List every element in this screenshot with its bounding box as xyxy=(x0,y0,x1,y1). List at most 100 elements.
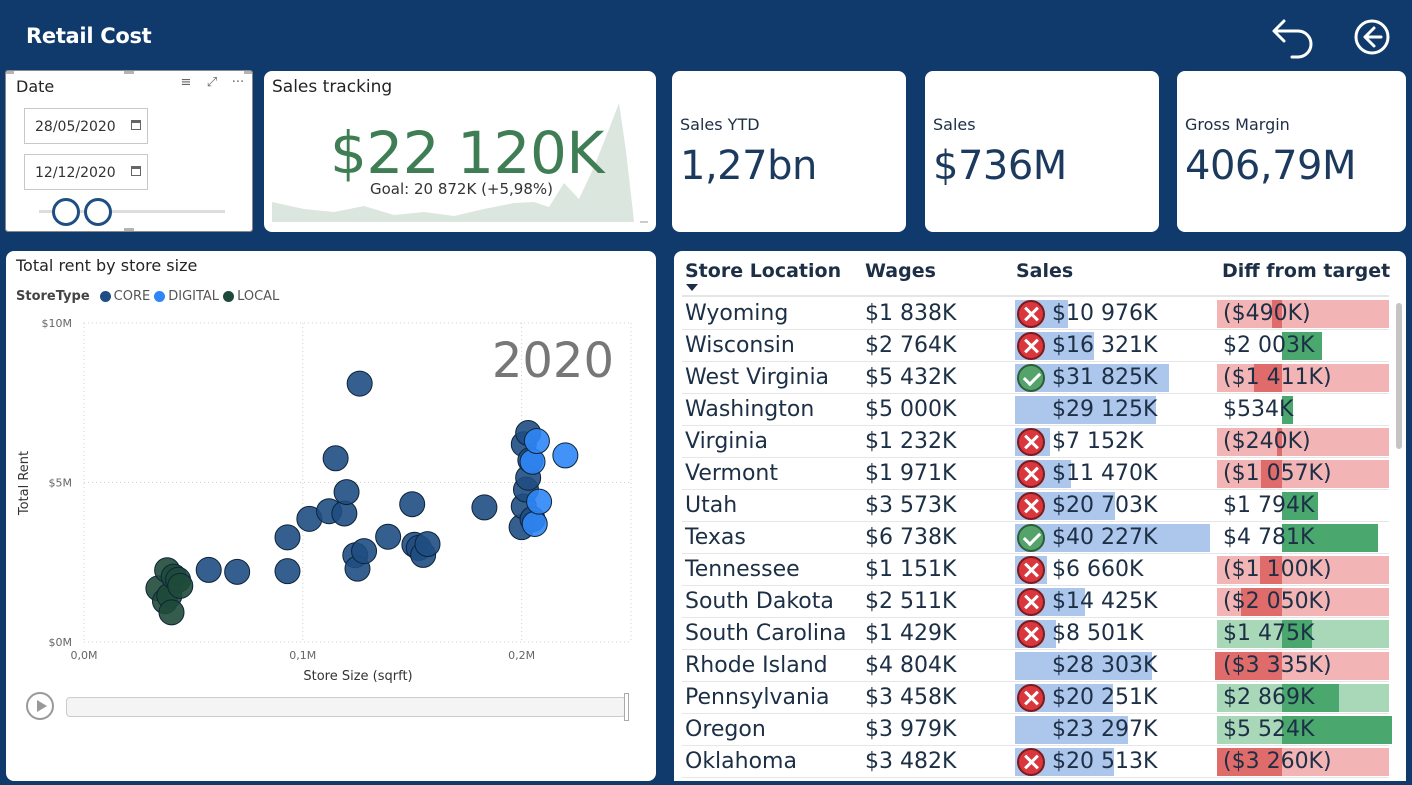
store-location-cell: Oklahoma xyxy=(685,749,797,774)
header-divider xyxy=(682,295,1389,297)
legend-item-core[interactable]: CORE xyxy=(114,289,151,304)
y-tick-label: $0M xyxy=(49,636,73,649)
store-location-cell: Vermont xyxy=(685,461,778,486)
table-row[interactable]: South Carolina $1 429K $8 501K $1 475K xyxy=(682,618,1389,650)
sales-cell: $31 825K xyxy=(1052,365,1158,390)
sales-cell: $23 297K xyxy=(1052,717,1158,742)
table-row[interactable]: Virginia $1 232K $7 152K ($240K) xyxy=(682,426,1389,458)
legend-item-local[interactable]: LOCAL xyxy=(237,289,279,304)
date-slicer[interactable]: Date ≡ ⤢ ··· 28/05/2020 12/12/2020 xyxy=(5,70,253,232)
wages-cell: $1 971K xyxy=(865,461,957,486)
kpi-gross-margin: Gross Margin 406,79M xyxy=(1177,71,1406,232)
table-row[interactable]: Wisconsin $2 764K $16 321K $2 003K xyxy=(682,330,1389,362)
data-point-core xyxy=(471,494,498,521)
sales-cell: $16 321K xyxy=(1052,333,1158,358)
wages-cell: $3 482K xyxy=(865,749,957,774)
table-row[interactable]: Oregon $3 979K $23 297K $5 524K xyxy=(682,714,1393,746)
focus-mode-icon[interactable]: ⤢ xyxy=(204,75,220,90)
checkmark-icon: ✓ xyxy=(575,137,592,161)
data-point-core xyxy=(195,556,222,583)
play-axis-handle[interactable] xyxy=(624,693,629,721)
table-row[interactable]: Utah $3 573K $20 703K $1 794K xyxy=(682,490,1389,522)
column-header-diff[interactable]: Diff from target xyxy=(1222,260,1390,282)
table-row[interactable]: Texas $6 738K $40 227K $4 781K xyxy=(682,522,1389,554)
diff-cell: $1 475K xyxy=(1223,621,1315,646)
data-point-core xyxy=(333,479,360,506)
table-row[interactable]: Wyoming $1 838K $10 976K ($490K) xyxy=(682,298,1389,330)
column-header-wages[interactable]: Wages xyxy=(865,260,936,282)
play-button[interactable] xyxy=(26,692,54,720)
wages-cell: $1 151K xyxy=(865,557,957,582)
green-check-icon xyxy=(1017,364,1045,392)
table-row[interactable]: South Dakota $2 511K $14 425K ($2 050K) xyxy=(682,586,1389,618)
chart-legend: StoreType CORE DIGITAL LOCAL xyxy=(16,289,279,304)
table-row[interactable]: Tennessee $1 151K $6 660K ($1 100K) xyxy=(682,554,1389,586)
table-row[interactable]: Oklahoma $3 482K $20 513K ($3 260K) xyxy=(682,746,1389,778)
legend-title: StoreType xyxy=(16,289,90,304)
wages-cell: $4 804K xyxy=(865,653,957,678)
data-point-core xyxy=(224,558,251,585)
sales-cell: $28 303K xyxy=(1052,653,1158,678)
wages-cell: $3 458K xyxy=(865,685,957,710)
slider-start-handle[interactable] xyxy=(52,198,80,226)
y-tick-label: $10M xyxy=(42,317,73,330)
data-point-local xyxy=(158,599,185,626)
sales-cell: $8 501K xyxy=(1052,621,1144,646)
store-location-cell: Virginia xyxy=(685,429,768,454)
red-x-icon xyxy=(1017,300,1045,328)
resize-handle[interactable] xyxy=(124,228,134,231)
data-point-local xyxy=(167,572,194,599)
calendar-icon[interactable] xyxy=(131,120,141,130)
store-location-cell: Wisconsin xyxy=(685,333,795,358)
green-check-icon xyxy=(1017,524,1045,552)
start-date-input[interactable]: 28/05/2020 xyxy=(24,108,148,144)
red-x-icon xyxy=(1017,556,1045,584)
store-location-cell: Texas xyxy=(685,525,746,550)
wages-cell: $1 838K xyxy=(865,301,957,326)
red-x-icon xyxy=(1017,620,1045,648)
sales-tracking-title: Sales tracking xyxy=(272,77,393,97)
play-axis-year: 2020 xyxy=(492,333,614,389)
table-row[interactable]: Washington $5 000K $29 125K $534K xyxy=(682,394,1389,426)
filter-icon[interactable]: ≡ xyxy=(178,75,194,90)
red-x-icon xyxy=(1017,460,1045,488)
sort-descending-icon[interactable] xyxy=(686,284,698,291)
store-location-cell: Oregon xyxy=(685,717,766,742)
resize-handle[interactable] xyxy=(6,71,14,74)
sales-cell: $20 703K xyxy=(1052,493,1158,518)
store-location-cell: South Carolina xyxy=(685,621,847,646)
red-x-icon xyxy=(1017,428,1045,456)
legend-item-digital[interactable]: DIGITAL xyxy=(168,289,219,304)
column-header-store-location[interactable]: Store Location xyxy=(685,260,841,282)
back-arrow-icon xyxy=(1354,19,1390,55)
back-button[interactable] xyxy=(1352,17,1392,57)
store-location-cell: Washington xyxy=(685,397,815,422)
kpi-label: Sales YTD xyxy=(680,115,760,134)
resize-handle[interactable] xyxy=(244,71,252,74)
diff-cell: $4 781K xyxy=(1223,525,1315,550)
play-axis-track[interactable] xyxy=(66,697,626,717)
store-location-cell: Tennessee xyxy=(685,557,800,582)
vertical-scrollbar[interactable] xyxy=(1396,303,1402,449)
wages-cell: $2 511K xyxy=(865,589,957,614)
undo-button[interactable] xyxy=(1268,14,1316,62)
table-row[interactable]: Vermont $1 971K $11 470K ($1 057K) xyxy=(682,458,1389,490)
end-date-input[interactable]: 12/12/2020 xyxy=(24,154,148,190)
data-point-digital xyxy=(552,442,579,469)
more-options-icon[interactable]: ··· xyxy=(230,75,246,90)
calendar-icon[interactable] xyxy=(131,166,141,176)
table-row[interactable]: Rhode Island $4 804K $28 303K ($3 335K) xyxy=(682,650,1389,682)
start-date-value: 28/05/2020 xyxy=(35,119,116,135)
slider-end-handle[interactable] xyxy=(84,198,112,226)
undo-icon xyxy=(1272,19,1313,59)
table-row[interactable]: West Virginia $5 432K $31 825K ($1 411K) xyxy=(682,362,1389,394)
kpi-label: Gross Margin xyxy=(1185,115,1290,134)
store-location-cell: Wyoming xyxy=(685,301,789,326)
resize-handle[interactable] xyxy=(124,71,134,74)
kpi-value: 1,27bn xyxy=(680,143,817,189)
table-row[interactable]: Pennsylvania $3 458K $20 251K $2 869K xyxy=(682,682,1389,714)
wages-cell: $1 429K xyxy=(865,621,957,646)
column-header-sales[interactable]: Sales xyxy=(1016,260,1073,282)
data-point-core xyxy=(346,370,373,397)
sales-tracking-card: Sales tracking $22 120K ✓ Goal: 20 872K … xyxy=(264,71,656,232)
